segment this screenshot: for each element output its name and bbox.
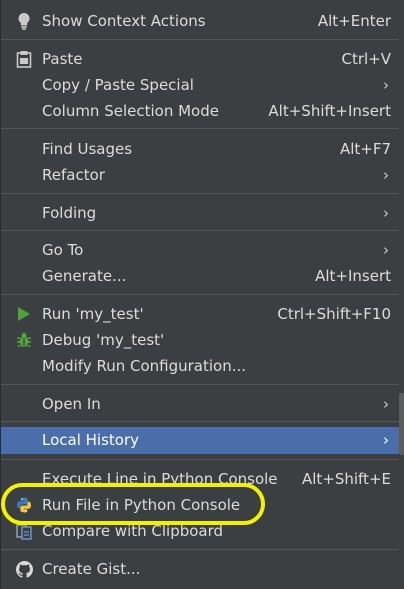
separator <box>1 294 399 295</box>
menu-item-shortcut: Alt+Enter <box>317 12 391 30</box>
menu-item-generate[interactable]: Generate... Alt+Insert <box>1 263 399 289</box>
separator <box>1 193 399 194</box>
separator <box>1 230 399 231</box>
menu-item-go-to[interactable]: Go To › <box>1 237 399 263</box>
menu-item-label: Compare with Clipboard <box>42 522 224 540</box>
separator <box>1 459 399 460</box>
menu-item-shortcut: Alt+Shift+E <box>301 470 391 488</box>
compare-icon <box>15 522 33 540</box>
chevron-right-icon: › <box>383 431 389 449</box>
chevron-right-icon: › <box>383 241 389 259</box>
python-icon <box>15 496 33 514</box>
menu-item-run[interactable]: Run 'my_test' Ctrl+Shift+F10 <box>1 301 399 327</box>
menu-item-label: Show Context Actions <box>42 12 206 30</box>
menu-item-label: Open In <box>42 395 101 413</box>
menu-item-paste[interactable]: Paste Ctrl+V <box>1 46 399 72</box>
chevron-right-icon: › <box>383 166 389 184</box>
bug-icon <box>15 331 33 349</box>
chevron-right-icon: › <box>383 76 389 94</box>
chevron-right-icon: › <box>383 204 389 222</box>
menu-item-label: Debug 'my_test' <box>42 331 165 349</box>
menu-item-local-history[interactable]: Local History › <box>1 427 399 454</box>
clipboard-icon <box>15 50 33 68</box>
menu-item-label: Modify Run Configuration... <box>42 357 247 375</box>
scrollbar[interactable] <box>399 393 404 455</box>
github-icon <box>15 560 33 578</box>
menu-item-label: Run File in Python Console <box>42 496 241 514</box>
menu-item-label: Copy / Paste Special <box>42 76 194 94</box>
menu-item-label: Create Gist... <box>42 560 141 578</box>
menu-item-execute-line-in-python-console[interactable]: Execute Line in Python Console Alt+Shift… <box>1 466 399 492</box>
menu-item-show-context-actions[interactable]: Show Context Actions Alt+Enter <box>1 8 399 34</box>
menu-item-label: Refactor <box>42 166 105 184</box>
menu-item-shortcut: Alt+Insert <box>315 267 391 285</box>
separator <box>1 384 399 385</box>
play-icon <box>15 305 33 323</box>
lightbulb-icon <box>15 12 33 30</box>
separator <box>1 421 399 422</box>
menu-item-label: Find Usages <box>42 140 133 158</box>
menu-item-label: Column Selection Mode <box>42 102 219 120</box>
chevron-right-icon: › <box>383 395 389 413</box>
menu-item-open-in[interactable]: Open In › <box>1 391 399 417</box>
menu-item-label: Execute Line in Python Console <box>42 470 278 488</box>
menu-item-compare-with-clipboard[interactable]: Compare with Clipboard <box>1 518 399 544</box>
separator <box>1 128 399 129</box>
menu-item-copy-paste-special[interactable]: Copy / Paste Special › <box>1 72 399 98</box>
menu-item-label: Folding <box>42 204 97 222</box>
menu-item-label: Local History <box>42 431 140 449</box>
menu-item-modify-run-configuration[interactable]: Modify Run Configuration... <box>1 353 399 379</box>
context-menu: Show Context Actions Alt+Enter Paste Ctr… <box>0 0 404 589</box>
menu-item-label: Paste <box>42 50 83 68</box>
menu-item-create-gist[interactable]: Create Gist... <box>1 556 399 582</box>
menu-item-label: Generate... <box>42 267 127 285</box>
menu-item-debug[interactable]: Debug 'my_test' <box>1 327 399 353</box>
menu-item-column-selection-mode[interactable]: Column Selection Mode Alt+Shift+Insert <box>1 98 399 124</box>
menu-item-shortcut: Ctrl+Shift+F10 <box>277 305 391 323</box>
menu-item-shortcut: Alt+Shift+Insert <box>268 102 391 120</box>
menu-item-shortcut: Ctrl+V <box>341 50 391 68</box>
separator <box>1 549 399 550</box>
menu-item-folding[interactable]: Folding › <box>1 200 399 226</box>
separator <box>1 39 399 40</box>
menu-item-label: Go To <box>42 241 84 259</box>
menu-item-label: Run 'my_test' <box>42 305 144 323</box>
menu-item-refactor[interactable]: Refactor › <box>1 162 399 188</box>
menu-item-run-file-in-python-console[interactable]: Run File in Python Console <box>1 492 399 518</box>
menu-item-find-usages[interactable]: Find Usages Alt+F7 <box>1 136 399 162</box>
menu-item-shortcut: Alt+F7 <box>339 140 391 158</box>
